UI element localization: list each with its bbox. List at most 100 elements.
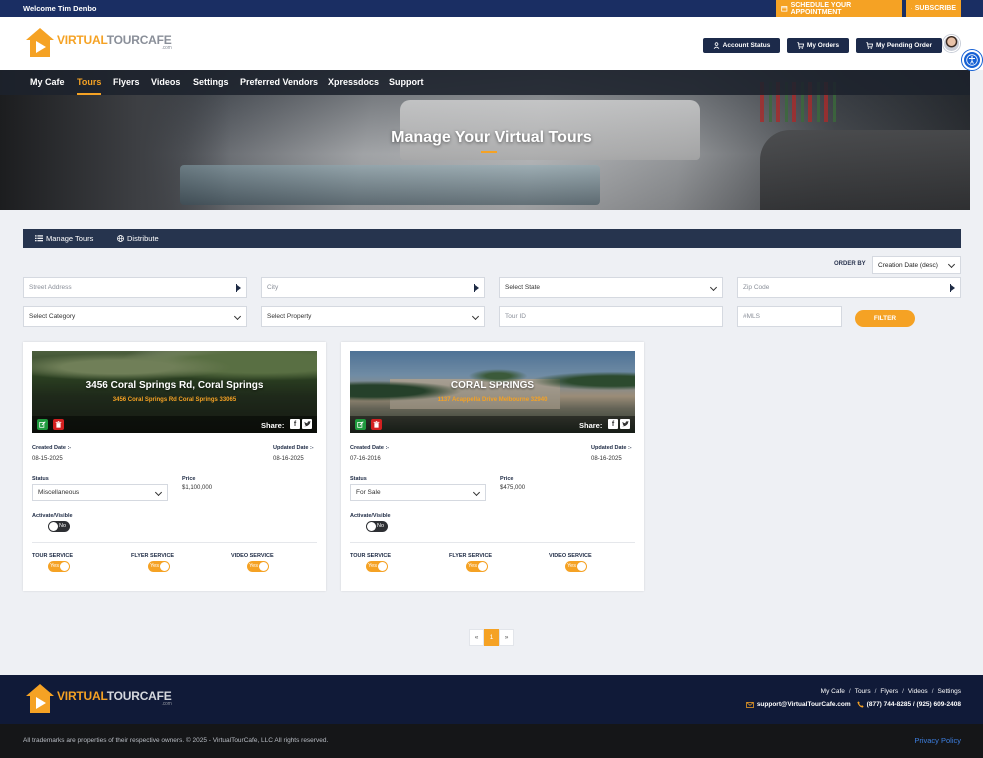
tour-service-toggle[interactable]: Yes: [366, 561, 388, 572]
facebook-icon[interactable]: f: [608, 419, 618, 429]
subscribe-button[interactable]: SUBSCRIBE: [906, 0, 961, 17]
nav-item-my-cafe[interactable]: My Cafe: [30, 77, 65, 87]
zip-code-input[interactable]: Zip Code: [737, 277, 961, 298]
category-select[interactable]: Select Category: [23, 306, 247, 327]
nav-item-support[interactable]: Support: [389, 77, 424, 87]
chevron-down-icon: [471, 312, 480, 320]
tour-photo[interactable]: 3456 Coral Springs Rd, Coral Springs 345…: [32, 351, 317, 433]
nav-item-flyers[interactable]: Flyers: [113, 77, 140, 87]
nav-item-videos[interactable]: Videos: [151, 77, 180, 87]
welcome-text: Welcome Tim Denbo: [23, 4, 97, 13]
account-status-button[interactable]: Account Status: [703, 38, 780, 53]
updated-date-label: Updated Date :-: [273, 445, 314, 451]
delete-icon[interactable]: [53, 419, 64, 430]
updated-date-value: 08-16-2025: [273, 456, 304, 462]
privacy-policy-link[interactable]: Privacy Policy: [914, 736, 961, 745]
status-select[interactable]: For Sale: [350, 484, 486, 501]
street-address-input[interactable]: Street Address: [23, 277, 247, 298]
order-by-select[interactable]: Creation Date (desc): [872, 256, 961, 274]
edit-icon[interactable]: [37, 419, 48, 430]
tour-title: 3456 Coral Springs Rd, Coral Springs: [85, 380, 264, 391]
nav-item-xpressdocs[interactable]: Xpressdocs: [328, 77, 379, 87]
video-service-label: VIDEO SERVICE: [549, 553, 592, 559]
cart-icon: [797, 42, 804, 49]
twitter-icon[interactable]: [302, 419, 312, 429]
top-bar: Welcome Tim Denbo SCHEDULE YOUR APPOINTM…: [0, 0, 983, 17]
logo-wordmark: VIRTUALTOURCAFE .com: [57, 33, 172, 51]
filter-button[interactable]: FILTER: [855, 310, 915, 327]
footer-link-videos[interactable]: Videos: [908, 688, 928, 695]
cart-icon: [866, 42, 873, 49]
pagination-next[interactable]: »: [499, 629, 514, 646]
pagination-prev[interactable]: «: [469, 629, 484, 646]
activate-visible-label: Activate/Visible: [32, 513, 73, 519]
price-label: Price: [182, 476, 196, 482]
status-select[interactable]: Miscellaneous: [32, 484, 168, 501]
tour-photo[interactable]: CORAL SPRINGS 1137 Acappella Drive Melbo…: [350, 351, 635, 433]
site-logo[interactable]: VIRTUALTOURCAFE .com: [24, 27, 172, 57]
user-avatar[interactable]: [943, 35, 960, 52]
tour-tabs: Manage Tours Distribute: [23, 229, 961, 248]
twitter-icon[interactable]: [620, 419, 630, 429]
video-service-label: VIDEO SERVICE: [231, 553, 274, 559]
flyer-service-label: FLYER SERVICE: [449, 553, 493, 559]
mls-input[interactable]: #MLS: [737, 306, 842, 327]
visible-toggle[interactable]: No: [48, 521, 70, 532]
pagination-page-1[interactable]: 1: [484, 629, 499, 646]
tab-distribute[interactable]: Distribute: [117, 229, 159, 248]
footer-link-flyers[interactable]: Flyers: [880, 688, 898, 695]
nav-item-preferred-vendors[interactable]: Preferred Vendors: [240, 77, 318, 87]
flyer-service-toggle[interactable]: Yes: [148, 561, 170, 572]
my-orders-button[interactable]: My Orders: [787, 38, 849, 53]
updated-date-value: 08-16-2025: [591, 456, 622, 462]
footer-link-my-cafe[interactable]: My Cafe: [821, 688, 845, 695]
footer-link-tours[interactable]: Tours: [855, 688, 871, 695]
state-select[interactable]: Select State: [499, 277, 723, 298]
video-service-toggle[interactable]: Yes: [565, 561, 587, 572]
video-service-toggle[interactable]: Yes: [247, 561, 269, 572]
share-label: Share:: [579, 421, 603, 430]
location-arrow-icon: [474, 283, 480, 292]
tour-service-toggle[interactable]: Yes: [48, 561, 70, 572]
schedule-appointment-button[interactable]: SCHEDULE YOUR APPOINTMENT: [776, 0, 902, 17]
property-select[interactable]: Select Property: [261, 306, 485, 327]
tab-manage-tours[interactable]: Manage Tours: [35, 229, 93, 248]
flyer-service-toggle[interactable]: Yes: [466, 561, 488, 572]
price-label: Price: [500, 476, 514, 482]
chevron-down-icon: [472, 488, 481, 496]
accessibility-icon[interactable]: [962, 50, 982, 70]
status-label: Status: [32, 476, 49, 482]
chevron-down-icon: [947, 260, 956, 269]
footer-logo[interactable]: VIRTUALTOURCAFE .com: [24, 683, 172, 713]
support-email[interactable]: support@VirtualTourCafe.com: [757, 701, 851, 708]
status-label: Status: [350, 476, 367, 482]
hero-banner: My Cafe Tours Flyers Videos Settings Pre…: [0, 70, 970, 210]
tour-id-input[interactable]: Tour ID: [499, 306, 723, 327]
delete-icon[interactable]: [371, 419, 382, 430]
created-date-label: Created Date :-: [32, 445, 72, 451]
tour-address: 1137 Acappella Drive Melbourne 32940: [437, 397, 548, 403]
facebook-icon[interactable]: f: [290, 419, 300, 429]
globe-icon: [117, 235, 124, 242]
footer-link-settings[interactable]: Settings: [938, 688, 962, 695]
tour-card: CORAL SPRINGS 1137 Acappella Drive Melbo…: [341, 342, 644, 591]
support-phone[interactable]: (877) 744-8285 / (925) 609-2408: [867, 701, 961, 708]
nav-item-settings[interactable]: Settings: [193, 77, 229, 87]
visible-toggle[interactable]: No: [366, 521, 388, 532]
edit-icon[interactable]: [355, 419, 366, 430]
phone-icon: [857, 701, 864, 708]
nav-item-tours[interactable]: Tours: [77, 77, 102, 95]
created-date-value: 08-15-2025: [32, 456, 63, 462]
main-nav: My Cafe Tours Flyers Videos Settings Pre…: [0, 70, 970, 95]
pending-order-button[interactable]: My Pending Order: [856, 38, 942, 53]
footer-links: My Cafe / Tours / Flyers / Videos / Settings: [820, 688, 962, 695]
price-value: $475,000: [500, 485, 526, 491]
created-date-label: Created Date :-: [350, 445, 390, 451]
updated-date-label: Updated Date :-: [591, 445, 632, 451]
location-arrow-icon: [236, 283, 242, 292]
city-input[interactable]: City: [261, 277, 485, 298]
document-icon: [911, 8, 912, 9]
price-value: $1,100,000: [182, 485, 213, 491]
activate-visible-label: Activate/Visible: [350, 513, 391, 519]
logo-house-icon: [24, 683, 56, 713]
